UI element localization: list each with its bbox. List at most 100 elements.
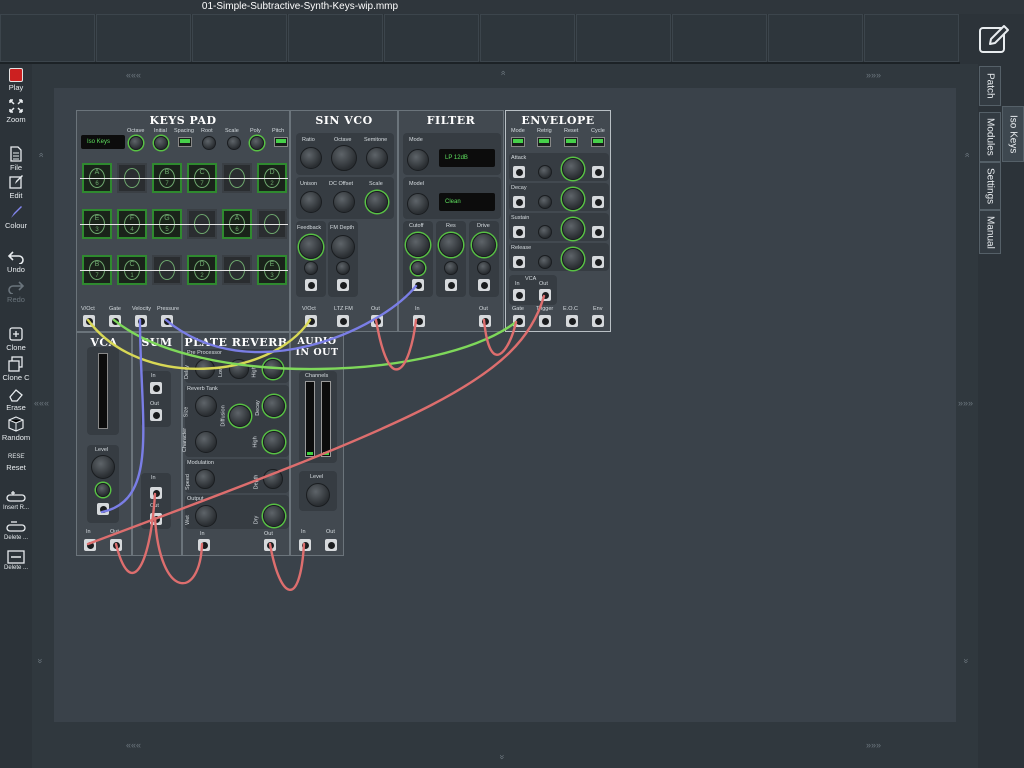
decay-knob[interactable] xyxy=(263,395,285,417)
delete-row-button[interactable]: Delete ... xyxy=(0,520,32,541)
res-cv-knob[interactable] xyxy=(444,261,458,275)
feedback-cv-jack[interactable] xyxy=(305,279,317,291)
scroll-arrow-top-center[interactable]: » xyxy=(498,70,508,75)
release-out-jack[interactable] xyxy=(592,256,604,268)
scale-knob[interactable] xyxy=(227,136,241,150)
vco-out-jack[interactable] xyxy=(371,315,383,327)
sum-out-jack-1[interactable] xyxy=(150,409,162,421)
env-out-jack[interactable] xyxy=(592,315,604,327)
scroll-arrow-top-right[interactable]: »»» xyxy=(866,70,881,80)
attack-knob[interactable] xyxy=(562,158,584,180)
attack-cv-knob[interactable] xyxy=(538,165,552,179)
tile[interactable] xyxy=(192,14,287,62)
decay-knob[interactable] xyxy=(562,188,584,210)
undo-button[interactable]: Undo xyxy=(0,250,32,274)
dry-knob[interactable] xyxy=(263,505,285,527)
unison-knob[interactable] xyxy=(300,191,322,213)
tile[interactable] xyxy=(576,14,671,62)
drive-cv-jack[interactable] xyxy=(478,279,490,291)
random-button[interactable]: Random xyxy=(0,416,32,442)
high-knob[interactable] xyxy=(263,359,283,379)
release-knob[interactable] xyxy=(562,248,584,270)
insert-row-button[interactable]: Insert R... xyxy=(0,490,32,511)
mode-switch[interactable] xyxy=(511,137,525,147)
tank-high-knob[interactable] xyxy=(263,431,285,453)
vca-out-jack[interactable] xyxy=(539,289,551,301)
voct-out-jack[interactable] xyxy=(83,315,95,327)
semitone-knob[interactable] xyxy=(366,147,388,169)
gate-in-jack[interactable] xyxy=(513,315,525,327)
edit-mode-button[interactable] xyxy=(974,20,1014,60)
keys-pad-module[interactable]: KEYS PAD Octave Initial Spacing Root Sca… xyxy=(76,110,290,332)
tile[interactable] xyxy=(480,14,575,62)
vca-in-jack[interactable] xyxy=(513,289,525,301)
reverb-in-jack[interactable] xyxy=(198,539,210,551)
sustain-cv-jack[interactable] xyxy=(513,226,525,238)
reset-switch[interactable] xyxy=(564,137,578,147)
sum-in-jack-2[interactable] xyxy=(150,487,162,499)
filter-module[interactable]: FILTER Mode LP 12dB Model Clean Cutoff R… xyxy=(398,110,504,332)
model-knob[interactable] xyxy=(407,193,429,215)
scroll-arrow-down-left[interactable]: » xyxy=(36,658,46,663)
scroll-arrow-bottom-center[interactable]: » xyxy=(498,754,508,759)
level-knob[interactable] xyxy=(91,455,115,479)
tab-iso-keys[interactable]: Iso Keys xyxy=(1002,106,1024,162)
ltz-fm-jack[interactable] xyxy=(337,315,349,327)
tile[interactable] xyxy=(768,14,863,62)
drive-cv-knob[interactable] xyxy=(477,261,491,275)
cycle-switch[interactable] xyxy=(591,137,605,147)
wet-knob[interactable] xyxy=(195,505,217,527)
retrig-switch[interactable] xyxy=(537,137,551,147)
level-cv-jack[interactable] xyxy=(97,503,109,515)
poly-knob[interactable] xyxy=(250,136,264,150)
scale-knob[interactable] xyxy=(366,191,388,213)
scroll-arrow-up-right[interactable]: » xyxy=(962,152,972,157)
pitch-switch[interactable] xyxy=(274,137,288,147)
colour-button[interactable]: Colour xyxy=(0,204,32,230)
scroll-arrow-down-right[interactable]: » xyxy=(962,658,972,663)
pressure-out-jack[interactable] xyxy=(161,315,173,327)
tab-settings[interactable]: Settings xyxy=(979,162,1001,210)
initial-knob[interactable] xyxy=(154,136,168,150)
tab-modules[interactable]: Modules xyxy=(979,112,1001,162)
fm-cv-knob[interactable] xyxy=(336,261,350,275)
delay-knob[interactable] xyxy=(195,359,215,379)
cutoff-cv-jack[interactable] xyxy=(412,279,424,291)
audio-out-jack[interactable] xyxy=(325,539,337,551)
decay-out-jack[interactable] xyxy=(592,196,604,208)
attack-out-jack[interactable] xyxy=(592,166,604,178)
trigger-in-jack[interactable] xyxy=(539,315,551,327)
scroll-arrow-right[interactable]: »»» xyxy=(958,398,973,408)
reset-button[interactable]: RESET Reset xyxy=(0,448,32,472)
tile[interactable] xyxy=(0,14,95,62)
mode-display[interactable]: Iso Keys xyxy=(81,135,125,149)
attack-cv-jack[interactable] xyxy=(513,166,525,178)
redo-button[interactable]: Redo xyxy=(0,280,32,304)
level-knob[interactable] xyxy=(306,483,330,507)
tile[interactable] xyxy=(672,14,767,62)
tile[interactable] xyxy=(864,14,959,62)
release-cv-knob[interactable] xyxy=(538,255,552,269)
gate-out-jack[interactable] xyxy=(109,315,121,327)
vca-out-jack[interactable] xyxy=(110,539,122,551)
size-knob[interactable] xyxy=(195,395,217,417)
play-button[interactable]: Play xyxy=(0,68,32,92)
decay-cv-knob[interactable] xyxy=(538,195,552,209)
depth-knob[interactable] xyxy=(263,469,283,489)
speed-knob[interactable] xyxy=(195,469,215,489)
tab-manual[interactable]: Manual xyxy=(979,210,1001,254)
sum-in-jack-1[interactable] xyxy=(150,382,162,394)
file-button[interactable]: File xyxy=(0,146,32,172)
sin-vco-module[interactable]: SIN VCO Ratio Octave Semitone Unison DC … xyxy=(290,110,398,332)
level-cv-knob[interactable] xyxy=(96,483,110,497)
fm-cv-jack[interactable] xyxy=(337,279,349,291)
filter-out-jack[interactable] xyxy=(479,315,491,327)
cutoff-cv-knob[interactable] xyxy=(411,261,425,275)
tab-patch[interactable]: Patch xyxy=(979,66,1001,106)
audio-in-out-module[interactable]: AUDIO IN OUT Channels Level In Out xyxy=(290,332,344,556)
tile[interactable] xyxy=(96,14,191,62)
edit-button[interactable]: Edit xyxy=(0,174,32,200)
sustain-cv-knob[interactable] xyxy=(538,225,552,239)
octave-knob[interactable] xyxy=(129,136,143,150)
sum-out-jack-2[interactable] xyxy=(150,513,162,525)
